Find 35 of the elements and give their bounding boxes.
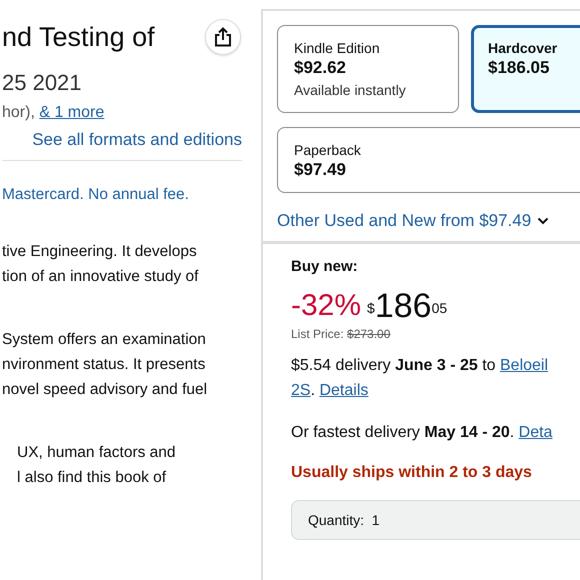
format-note: Available instantly (294, 82, 407, 98)
link[interactable]: 2S (291, 382, 311, 399)
discount-text: -32% (291, 289, 362, 323)
formats-link[interactable]: See all formats and editions (32, 130, 242, 150)
buy-new-label: Buy new: (291, 258, 359, 275)
author-line: hor), & 1 more (2, 104, 106, 122)
description-text: System offers an examination nvironment status. It presents novel speed advisory and fuel (2, 330, 208, 400)
fastest-delivery-text: Or fastest delivery May 14 - 20. Deta (291, 423, 554, 443)
quantity-dropdown[interactable]: Quantity: 1 (291, 500, 580, 540)
description-text: UX, human factors and l also find this book of (16, 443, 177, 488)
format-name: Kindle Edition (294, 40, 381, 56)
book-title: nd Testing of (2, 22, 155, 52)
format-card[interactable]: Paperback $97.49 (277, 127, 580, 193)
more-authors-link[interactable]: & 1 more (39, 104, 104, 121)
price-text: $^{$}$186$^{05}$ (367, 289, 448, 323)
format-price: $97.49 (294, 160, 347, 180)
format-card[interactable]: Kindle Edition $92.62 Available instantly (277, 25, 459, 113)
format-card[interactable]: Hardcover $186.05 (471, 25, 580, 113)
share-icon (214, 27, 232, 47)
format-price: $92.62 (294, 58, 347, 78)
share-button[interactable] (205, 19, 241, 55)
book-date: 25 2021 (2, 70, 83, 96)
format-name: Paperback (294, 142, 362, 158)
card-offer-link[interactable]: Mastercard. No annual fee. (2, 186, 245, 204)
delivery-text: $5.54 delivery June 3 - 25 to Beloeil 2S. Details (291, 356, 550, 401)
link[interactable]: Details (319, 382, 368, 399)
format-price: $186.05 (488, 58, 550, 78)
description-text: tive Engineering. It develops tion of an innovative study of (2, 242, 200, 287)
chevron-down-icon[interactable] (537, 217, 550, 225)
format-name: Hardcover (488, 40, 558, 56)
other-offers-link[interactable]: Other Used and New from $97.49 (277, 211, 532, 231)
link[interactable]: Deta (518, 424, 552, 441)
link[interactable]: Beloeil (500, 357, 548, 374)
availability-text: Usually ships within 2 to 3 days (291, 464, 533, 482)
list-price-text: List Price: $273.00 (291, 327, 392, 341)
